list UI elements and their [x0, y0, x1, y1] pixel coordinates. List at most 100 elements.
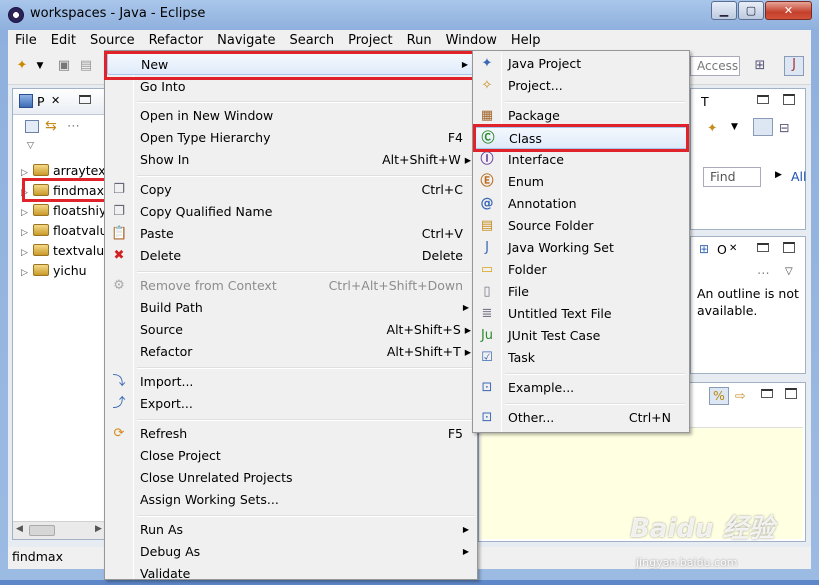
task-list-tab-label[interactable]: T [701, 94, 709, 109]
collapse-all-icon[interactable] [25, 120, 39, 133]
menu-item-validate[interactable]: Validate [107, 563, 475, 585]
submenu-item-java-project[interactable]: ✦ Java Project [475, 53, 687, 75]
focus-icon[interactable]: ⊟ [779, 120, 789, 135]
pin-icon[interactable]: % [709, 387, 729, 405]
menu-project[interactable]: Project [341, 30, 399, 50]
new-wizard-icon[interactable]: ✦ [14, 58, 30, 74]
menu-navigate[interactable]: Navigate [210, 30, 282, 50]
open-perspective-icon[interactable]: ⊞ [752, 58, 768, 74]
menu-item-label: Open Type Hierarchy [140, 130, 271, 145]
expand-icon[interactable]: ▷ [21, 263, 33, 283]
task-find-input[interactable]: Find [703, 167, 761, 187]
all-link[interactable]: All [791, 169, 807, 184]
tree-item-project[interactable]: ▷ floatshiy [21, 201, 106, 221]
view-options-icon[interactable]: ⋯ [757, 265, 770, 280]
tree-item-project[interactable]: ▷ textvalue [21, 241, 112, 261]
menu-item-delete[interactable]: ✖ Delete Delete [107, 245, 475, 267]
menu-item-shortcut: Delete [421, 248, 463, 263]
view-menu-icon[interactable]: ⋯ [67, 119, 80, 134]
menu-item-assign-working-sets[interactable]: Assign Working Sets... [107, 489, 475, 511]
maximize-view-icon[interactable] [785, 388, 797, 399]
save-icon[interactable]: ▣ [56, 58, 72, 74]
scroll-thumb[interactable] [29, 525, 55, 536]
expand-icon[interactable]: ▷ [21, 243, 33, 263]
quick-access-input[interactable]: Access [690, 56, 740, 76]
menu-item-build-path[interactable]: Build Path ▶ [107, 297, 475, 319]
menu-item-copy[interactable]: ❐ Copy Ctrl+C [107, 179, 475, 201]
menu-item-open-new-window[interactable]: Open in New Window [107, 105, 475, 127]
expand-icon[interactable]: ▷ [21, 203, 33, 223]
horizontal-scrollbar[interactable]: ◀ ▶ [13, 521, 108, 539]
submenu-item-task[interactable]: ☑ Task [475, 347, 687, 369]
new-task-icon[interactable]: ✦ [707, 120, 717, 135]
submenu-item-other[interactable]: ⊡ Other... Ctrl+N [475, 407, 687, 429]
package-explorer-tab[interactable]: P ✕ [13, 89, 108, 115]
tree-item-project[interactable]: ▷ floatvalu [21, 221, 108, 241]
view-menu-chevron-icon[interactable]: ▽ [785, 266, 793, 277]
save-all-icon[interactable]: ▤ [78, 58, 94, 74]
menu-item-source[interactable]: Source Alt+Shift+S ▸ [107, 319, 475, 341]
tree-item-project[interactable]: ▷ yichu [21, 261, 87, 281]
highlight-box-class [473, 124, 689, 152]
maximize-view-icon[interactable] [783, 242, 795, 253]
close-tab-icon[interactable]: ✕ [51, 94, 60, 107]
outline-tab-label[interactable]: O [717, 242, 727, 257]
menu-item-refresh[interactable]: ⟳ Refresh F5 [107, 423, 475, 445]
menu-item-paste[interactable]: 📋 Paste Ctrl+V [107, 223, 475, 245]
submenu-item-folder[interactable]: ▭ Folder [475, 259, 687, 281]
submenu-item-java-working-set[interactable]: J Java Working Set [475, 237, 687, 259]
menu-help[interactable]: Help [504, 30, 548, 50]
menu-item-show-in[interactable]: Show In Alt+Shift+W ▸ [107, 149, 475, 171]
open-icon[interactable]: ⇨ [735, 388, 745, 403]
menu-item-import[interactable]: ⤵ Import... [107, 371, 475, 393]
minimize-view-icon[interactable] [761, 389, 773, 398]
menu-item-export[interactable]: ⤴ Export... [107, 393, 475, 415]
chevron-right-icon[interactable]: ▶ [775, 170, 782, 180]
submenu-item-untitled-text-file[interactable]: ≣ Untitled Text File [475, 303, 687, 325]
minimize-view-icon[interactable] [757, 243, 769, 252]
submenu-item-interface[interactable]: Ⓘ Interface [475, 149, 687, 171]
submenu-item-file[interactable]: ▯ File [475, 281, 687, 303]
submenu-item-junit-test-case[interactable]: Ju JUnit Test Case [475, 325, 687, 347]
menu-edit[interactable]: Edit [44, 30, 83, 50]
chevron-down-icon[interactable]: ▼ [32, 58, 48, 74]
submenu-item-example[interactable]: ⊡ Example... [475, 377, 687, 399]
menu-refactor[interactable]: Refactor [142, 30, 211, 50]
menu-item-debug-as[interactable]: Debug As ▶ [107, 541, 475, 563]
maximize-view-icon[interactable] [783, 94, 795, 105]
menu-item-close-unrelated[interactable]: Close Unrelated Projects [107, 467, 475, 489]
menu-item-run-as[interactable]: Run As ▶ [107, 519, 475, 541]
menu-window[interactable]: Window [439, 30, 504, 50]
scroll-right-icon[interactable]: ▶ [95, 524, 102, 534]
menu-item-copy-qualified-name[interactable]: ❐ Copy Qualified Name [107, 201, 475, 223]
categorized-icon[interactable] [753, 118, 773, 136]
minimize-view-icon[interactable] [757, 95, 769, 104]
minimize-view-icon[interactable] [79, 95, 91, 104]
close-window-button[interactable]: ✕ [765, 1, 812, 20]
submenu-item-enum[interactable]: Ⓔ Enum [475, 171, 687, 193]
menu-item-close-project[interactable]: Close Project [107, 445, 475, 467]
menu-item-refactor[interactable]: Refactor Alt+Shift+T ▸ [107, 341, 475, 363]
link-editor-icon[interactable]: ⇆ [45, 118, 57, 134]
maximize-button[interactable]: ▢ [738, 1, 764, 20]
menu-run[interactable]: Run [400, 30, 439, 50]
menu-search[interactable]: Search [282, 30, 341, 50]
menu-source[interactable]: Source [83, 30, 142, 50]
minimize-button[interactable]: ▁ [711, 1, 737, 20]
import-icon: ⤵ [112, 374, 126, 389]
submenu-item-project[interactable]: ✧ Project... [475, 75, 687, 97]
chevron-down-icon[interactable]: ▼ [731, 122, 738, 132]
scroll-left-icon[interactable]: ◀ [16, 524, 23, 534]
other-icon: ⊡ [481, 410, 493, 425]
java-perspective-icon[interactable]: J [784, 56, 804, 76]
menu-file[interactable]: File [8, 30, 44, 50]
project-folder-icon [33, 164, 49, 176]
menu-item-label: Run As [140, 522, 184, 537]
expand-icon[interactable]: ▷ [21, 223, 33, 243]
close-tab-icon[interactable]: ✕ [729, 243, 737, 254]
view-menu-chevron-icon[interactable]: ▽ [27, 141, 34, 151]
submenu-item-source-folder[interactable]: ▤ Source Folder [475, 215, 687, 237]
submenu-item-annotation[interactable]: @ Annotation [475, 193, 687, 215]
menu-item-open-type-hierarchy[interactable]: Open Type Hierarchy F4 [107, 127, 475, 149]
menu-item-label: Debug As [140, 544, 201, 559]
